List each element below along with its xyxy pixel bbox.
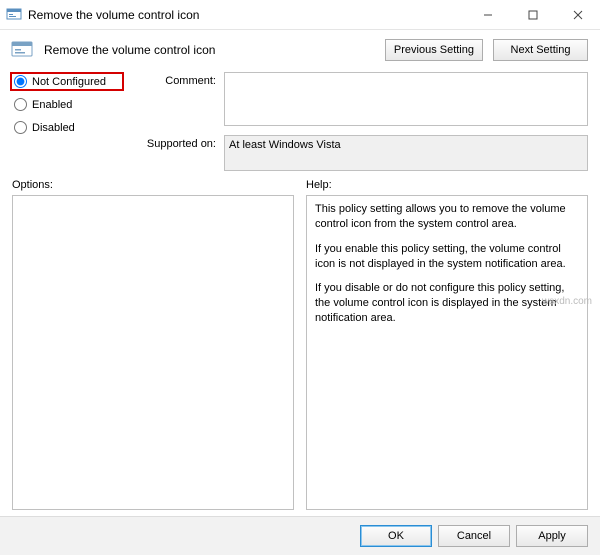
help-text: If you disable or do not configure this …	[315, 281, 579, 326]
supported-on-field: At least Windows Vista	[224, 135, 588, 171]
titlebar: Remove the volume control icon	[0, 0, 600, 30]
help-text: If you enable this policy setting, the v…	[315, 242, 579, 272]
help-box[interactable]: This policy setting allows you to remove…	[306, 195, 588, 510]
radio-enabled[interactable]: Enabled	[12, 97, 122, 112]
options-box[interactable]	[12, 195, 294, 510]
supported-on-label: Supported on:	[130, 135, 216, 150]
help-pane: Help: This policy setting allows you to …	[306, 179, 588, 510]
close-button[interactable]	[555, 0, 600, 30]
ok-button[interactable]: OK	[360, 525, 432, 547]
header: Remove the volume control icon Previous …	[0, 30, 600, 72]
radio-not-configured-input[interactable]	[14, 75, 27, 88]
comment-label: Comment:	[130, 72, 216, 87]
help-text: This policy setting allows you to remove…	[315, 202, 579, 232]
window-title: Remove the volume control icon	[28, 8, 465, 22]
radio-disabled[interactable]: Disabled	[12, 120, 122, 135]
radio-not-configured[interactable]: Not Configured	[12, 74, 122, 89]
policy-icon	[10, 38, 34, 62]
next-setting-button[interactable]: Next Setting	[493, 39, 588, 61]
options-pane: Options:	[12, 179, 294, 510]
app-icon	[6, 7, 22, 23]
footer: OK Cancel Apply	[0, 516, 600, 555]
apply-button[interactable]: Apply	[516, 525, 588, 547]
comment-input[interactable]	[224, 72, 588, 126]
help-label: Help:	[306, 179, 588, 191]
state-radio-group: Not Configured Enabled Disabled	[12, 72, 122, 135]
maximize-button[interactable]	[510, 0, 555, 30]
radio-disabled-input[interactable]	[14, 121, 27, 134]
body: Not Configured Enabled Disabled Comment:…	[0, 72, 600, 171]
options-label: Options:	[12, 179, 294, 191]
minimize-button[interactable]	[465, 0, 510, 30]
cancel-button[interactable]: Cancel	[438, 525, 510, 547]
window-buttons	[465, 0, 600, 30]
previous-setting-button[interactable]: Previous Setting	[385, 39, 483, 61]
radio-enabled-label: Enabled	[32, 99, 72, 111]
panes: Options: Help: This policy setting allow…	[0, 171, 600, 516]
radio-disabled-label: Disabled	[32, 122, 75, 134]
dialog-title: Remove the volume control icon	[44, 43, 375, 57]
radio-enabled-input[interactable]	[14, 98, 27, 111]
radio-not-configured-label: Not Configured	[32, 76, 106, 88]
